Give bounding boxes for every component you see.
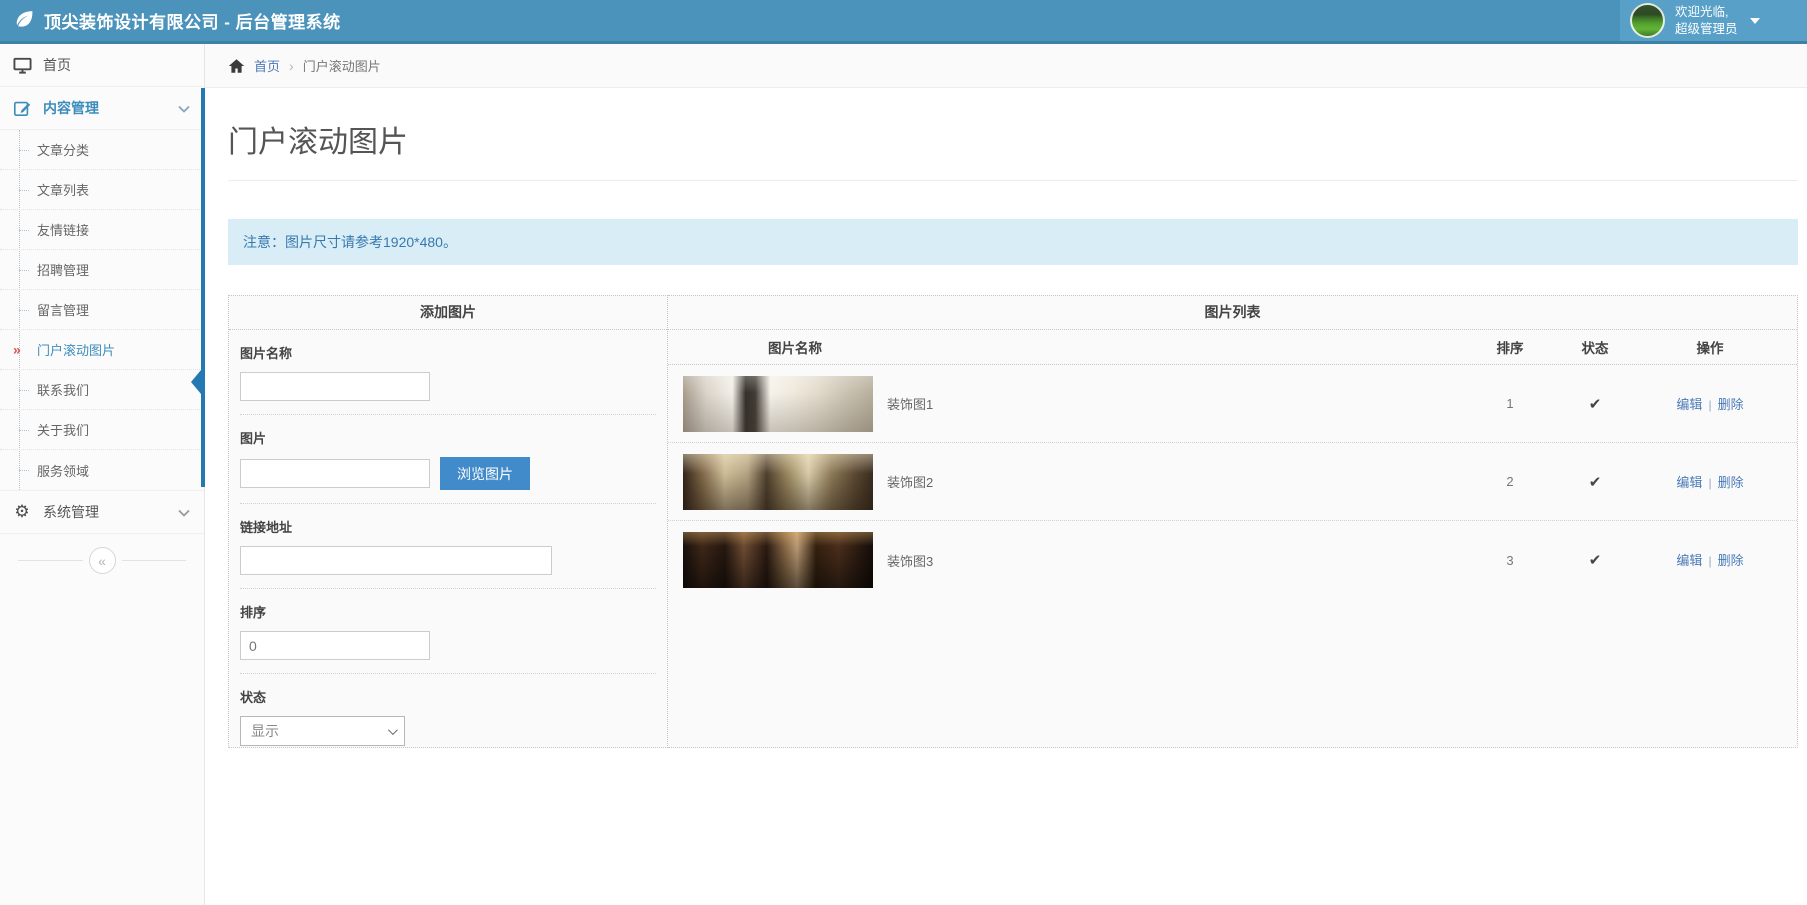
sidebar-group-label: 内容管理 xyxy=(43,100,99,116)
user-avatar xyxy=(1630,3,1665,38)
app-title: 顶尖装饰设计有限公司 - 后台管理系统 xyxy=(44,13,341,32)
sidebar-item-service-areas[interactable]: 服务领域 xyxy=(0,450,204,490)
image-name-input[interactable] xyxy=(240,372,430,401)
active-item-arrow xyxy=(191,370,201,394)
column-header-status: 状态 xyxy=(1581,341,1609,356)
page-title: 门户滚动图片 xyxy=(228,126,408,159)
sidebar-item-friend-links[interactable]: 友情链接 xyxy=(0,210,204,250)
breadcrumb-separator: › xyxy=(289,57,294,74)
home-icon xyxy=(228,58,245,74)
monitor-icon xyxy=(12,56,32,75)
sort-input[interactable] xyxy=(240,631,430,660)
table-row: 装饰图1 1 ✔ 编辑 | 删除 xyxy=(668,365,1797,443)
status-check-icon: ✔ xyxy=(1588,395,1602,413)
action-separator: | xyxy=(1708,554,1712,568)
breadcrumb-home-link[interactable]: 首页 xyxy=(254,56,280,75)
chevron-down-icon xyxy=(178,504,190,520)
table-row: 装饰图3 3 ✔ 编辑 | 删除 xyxy=(668,521,1797,599)
divider xyxy=(121,560,186,561)
link-url-label: 链接地址 xyxy=(240,520,293,535)
sidebar-item-about-us[interactable]: 关于我们 xyxy=(0,410,204,450)
delete-link[interactable]: 删除 xyxy=(1718,553,1744,568)
breadcrumb-current: 门户滚动图片 xyxy=(302,59,381,74)
row-image-name: 装饰图1 xyxy=(887,397,934,412)
sidebar-collapse-button[interactable]: « xyxy=(88,547,116,574)
row-thumbnail xyxy=(683,453,873,510)
row-thumbnail xyxy=(683,532,873,588)
sidebar-item-messages[interactable]: 留言管理 xyxy=(0,290,204,330)
user-welcome: 欢迎光临, 超级管理员 xyxy=(1675,4,1738,36)
action-separator: | xyxy=(1708,397,1712,412)
brand: 顶尖装饰设计有限公司 - 后台管理系统 xyxy=(0,8,341,34)
notice-banner: 注意：图片尺寸请参考1920*480。 xyxy=(228,219,1798,265)
image-name-label: 图片名称 xyxy=(240,346,293,361)
image-list-panel-title: 图片列表 xyxy=(668,296,1797,330)
divider xyxy=(18,560,83,561)
caret-down-icon xyxy=(1749,17,1760,24)
content-area: 首页 › 门户滚动图片 门户滚动图片 注意：图片尺寸请参考1920*480。 添… xyxy=(205,44,1807,905)
chevron-down-icon xyxy=(387,725,398,736)
status-check-icon: ✔ xyxy=(1588,473,1602,491)
image-list-panel: 图片列表 图片名称 排序 状态 操作 装饰图1 1 ✔ 编辑 | 删除 装饰图2… xyxy=(668,295,1798,748)
delete-link[interactable]: 删除 xyxy=(1718,397,1744,412)
breadcrumb: 首页 › 门户滚动图片 xyxy=(205,44,1807,88)
sort-label: 排序 xyxy=(240,605,267,620)
sidebar-item-contact-us[interactable]: 联系我们 xyxy=(0,370,204,410)
row-sort-value: 2 xyxy=(1506,474,1514,489)
active-group-accent-bar xyxy=(191,88,205,487)
image-file-label: 图片 xyxy=(240,431,267,446)
gear-icon: ⚙ xyxy=(14,502,30,521)
sidebar: 首页 内容管理 文章分类 文章列表 友情链接 招聘管理 留言管理 » 门户滚动图… xyxy=(0,44,205,905)
column-header-name: 图片名称 xyxy=(768,341,822,356)
row-image-name: 装饰图3 xyxy=(887,553,934,569)
row-sort-value: 1 xyxy=(1506,396,1514,411)
browse-image-button[interactable]: 浏览图片 xyxy=(440,457,530,490)
edit-square-icon xyxy=(12,99,32,117)
status-label: 状态 xyxy=(240,690,267,705)
sidebar-group-label: 系统管理 xyxy=(43,504,99,520)
admin-app: 顶尖装饰设计有限公司 - 后台管理系统 欢迎光临, 超级管理员 首页 内容管理 … xyxy=(0,0,1807,905)
sidebar-item-home[interactable]: 首页 xyxy=(0,44,204,87)
leaf-logo-icon xyxy=(14,8,35,34)
user-menu[interactable]: 欢迎光临, 超级管理员 xyxy=(1620,0,1807,41)
row-thumbnail xyxy=(683,375,873,432)
sidebar-item-article-list[interactable]: 文章列表 xyxy=(0,170,204,210)
table-row: 装饰图2 2 ✔ 编辑 | 删除 xyxy=(668,443,1797,521)
sidebar-item-article-category[interactable]: 文章分类 xyxy=(0,130,204,170)
column-header-action: 操作 xyxy=(1696,341,1724,356)
sidebar-item-label: 首页 xyxy=(43,57,71,73)
row-image-name: 装饰图2 xyxy=(887,475,934,490)
divider xyxy=(228,180,1798,181)
column-header-sort: 排序 xyxy=(1496,341,1524,356)
table-header-row: 图片名称 排序 状态 操作 xyxy=(668,330,1797,365)
status-check-icon: ✔ xyxy=(1588,552,1602,569)
row-sort-value: 3 xyxy=(1506,552,1514,568)
edit-link[interactable]: 编辑 xyxy=(1676,553,1702,568)
add-image-panel: 添加图片 图片名称 图片 浏览图片 链接地址 排序 0 状态 显示 xyxy=(228,295,668,748)
active-marker-icon: » xyxy=(13,340,21,357)
sidebar-collapse-row: « xyxy=(0,547,204,574)
delete-link[interactable]: 删除 xyxy=(1718,475,1744,490)
top-header: 顶尖装饰设计有限公司 - 后台管理系统 欢迎光临, 超级管理员 xyxy=(0,0,1807,44)
sidebar-group-system[interactable]: ⚙ 系统管理 xyxy=(0,491,204,534)
sidebar-group-content[interactable]: 内容管理 xyxy=(0,87,204,130)
status-select[interactable]: 显示 xyxy=(240,716,405,746)
edit-link[interactable]: 编辑 xyxy=(1676,397,1702,412)
content-submenu: 文章分类 文章列表 友情链接 招聘管理 留言管理 » 门户滚动图片 联系我们 关… xyxy=(0,130,204,491)
edit-link[interactable]: 编辑 xyxy=(1676,475,1702,490)
link-url-input[interactable] xyxy=(240,546,552,575)
image-file-input[interactable] xyxy=(240,459,430,488)
add-image-panel-title: 添加图片 xyxy=(229,296,667,330)
chevron-down-icon xyxy=(178,100,190,116)
action-separator: | xyxy=(1708,475,1712,490)
sidebar-item-recruit[interactable]: 招聘管理 xyxy=(0,250,204,290)
sidebar-item-portal-slider[interactable]: » 门户滚动图片 xyxy=(0,330,204,370)
